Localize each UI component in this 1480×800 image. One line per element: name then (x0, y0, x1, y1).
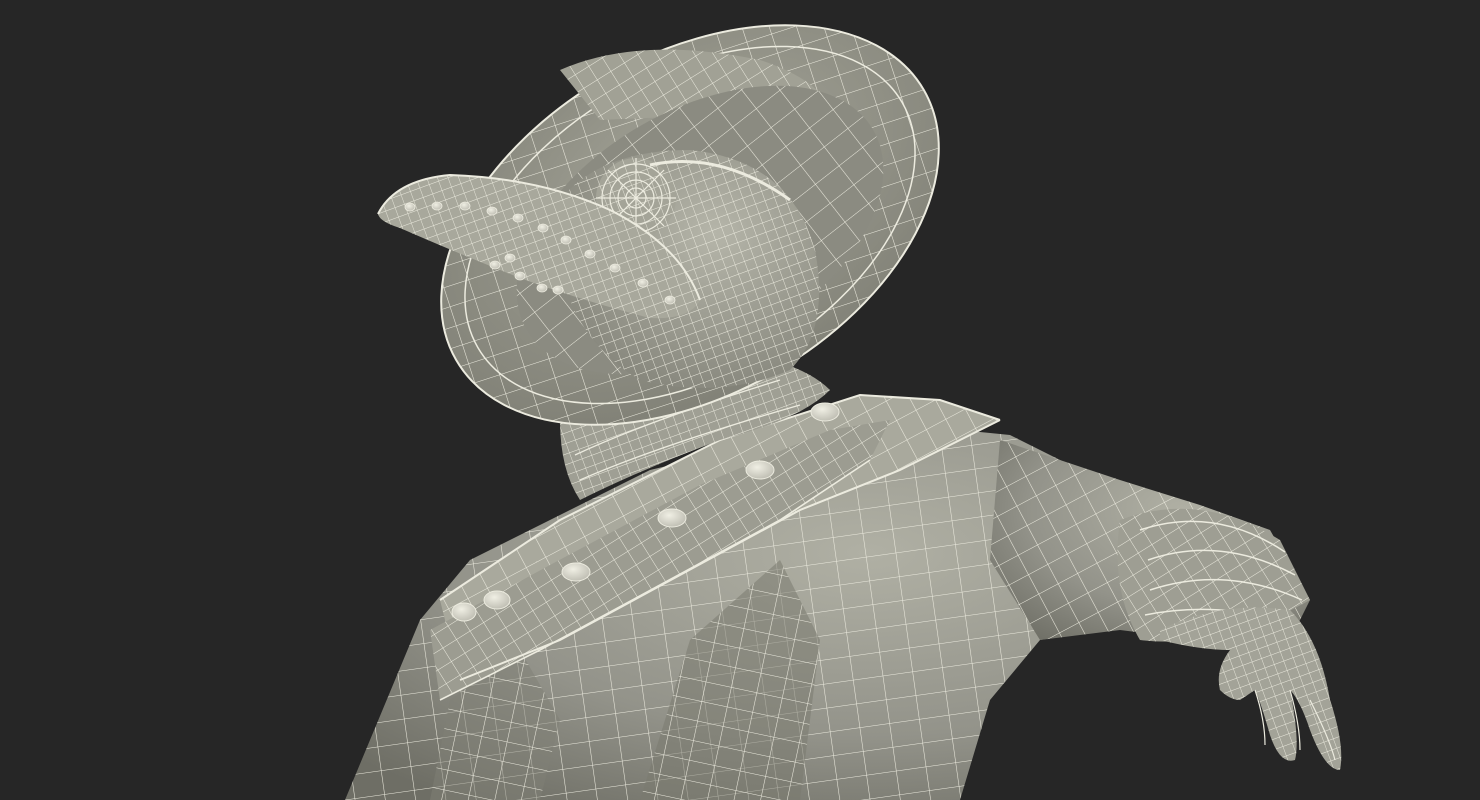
beak-rivet (536, 283, 548, 293)
coat-button (561, 562, 591, 582)
beak-rivet (664, 295, 676, 305)
beak-rivet (637, 278, 649, 288)
coat-button (483, 590, 511, 610)
beak-rivet (584, 249, 596, 259)
beak-rivet (486, 206, 498, 216)
beak-rivet (609, 263, 621, 273)
gloved-hand (1160, 607, 1342, 770)
coat-button (810, 402, 840, 422)
beak-rivet (514, 271, 526, 281)
coat-button (657, 508, 687, 528)
beak-rivet (552, 285, 564, 295)
beak-rivet (459, 201, 471, 211)
beak-rivet (504, 253, 516, 263)
wireframe-render (345, 24, 1342, 800)
beak-rivet (404, 202, 416, 212)
beak-rivet (431, 201, 443, 211)
coat-button (745, 460, 775, 480)
beak-rivet (560, 235, 572, 245)
render-viewport (0, 0, 1480, 800)
beak-rivet (489, 260, 501, 270)
coat-button (451, 602, 477, 622)
beak-rivet (537, 223, 549, 233)
beak-rivet (512, 213, 524, 223)
